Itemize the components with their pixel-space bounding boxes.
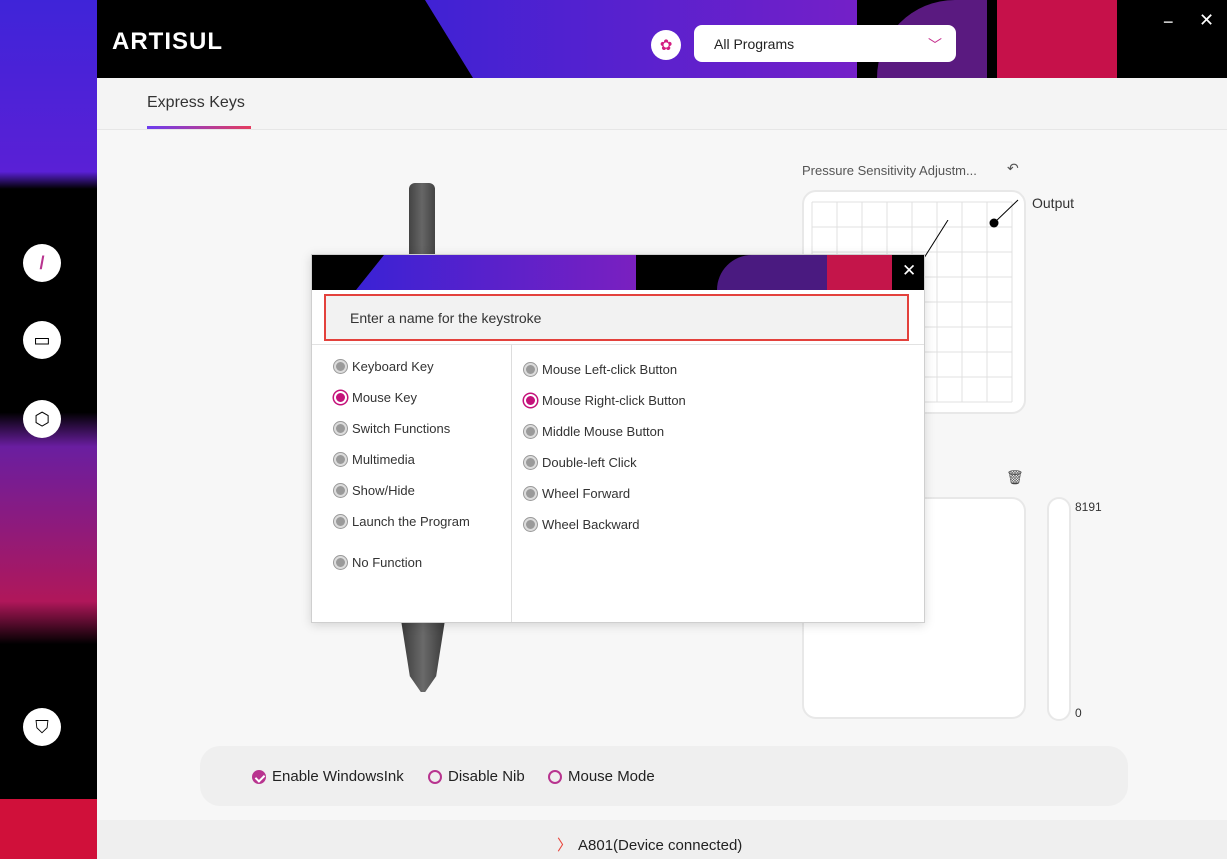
mouse-mode-option[interactable]: Mouse Mode [548, 768, 655, 785]
device-status[interactable]: 〉 A801(Device connected) [557, 834, 742, 855]
dialog-close-button[interactable]: ✕ [902, 261, 916, 281]
flower-icon[interactable]: ✿ [651, 30, 681, 60]
tab-bar: Express Keys [97, 78, 1227, 130]
radio-icon [524, 363, 537, 376]
close-window-button[interactable]: ✕ [1199, 10, 1214, 31]
program-select[interactable]: All Programs ﹀ [694, 25, 956, 62]
program-select-value: All Programs [714, 35, 795, 52]
category-keyboard-key[interactable]: Keyboard Key [334, 359, 434, 374]
tab-express-keys[interactable]: Express Keys [147, 94, 245, 112]
disable-nib-option[interactable]: Disable Nib [428, 768, 525, 785]
double-left-click[interactable]: Double-left Click [524, 455, 637, 470]
enable-windowsink-label: Enable WindowsInk [272, 768, 404, 785]
reset-icon[interactable]: ↶ [1007, 160, 1019, 177]
dialog-header [312, 255, 924, 290]
device-status-text: A801(Device connected) [578, 837, 743, 854]
radio-icon [428, 769, 442, 784]
mouse-right-click[interactable]: Mouse Right-click Button [524, 393, 686, 408]
category-no-function[interactable]: No Function [334, 555, 422, 570]
dialog-header-magenta [717, 255, 827, 290]
category-show-hide[interactable]: Show/Hide [334, 483, 415, 498]
category-multimedia[interactable]: Multimedia [334, 452, 415, 467]
function-category-list: Keyboard Key Mouse Key Switch Functions … [312, 344, 512, 622]
mouse-left-click[interactable]: Mouse Left-click Button [524, 362, 677, 377]
disable-nib-label: Disable Nib [448, 768, 525, 785]
sidebar-pen-button[interactable]: / [23, 244, 61, 282]
radio-icon [548, 769, 562, 784]
minimize-button[interactable]: − [1163, 12, 1174, 33]
radio-icon [334, 453, 347, 466]
tab-active-indicator [147, 126, 251, 129]
display-icon: ▭ [33, 329, 51, 350]
sidebar-display-button[interactable]: ▭ [23, 321, 61, 359]
mouse-option-list: Mouse Left-click Button Mouse Right-clic… [512, 344, 924, 622]
app-logo: ARTISUL [112, 28, 223, 55]
trash-icon[interactable]: 🗑 [1006, 469, 1024, 486]
radio-icon [334, 515, 347, 528]
radio-selected-icon [334, 391, 347, 404]
left-bottom-band [0, 799, 97, 859]
radio-selected-icon [524, 394, 537, 407]
pressure-title: Pressure Sensitivity Adjustm... [802, 163, 977, 178]
radio-icon [334, 360, 347, 373]
slider-min-label: 0 [1075, 706, 1082, 720]
keystroke-dialog: ✕ Enter a name for the keystroke Keyboar… [311, 254, 925, 623]
slider-max-label: 8191 [1075, 500, 1102, 514]
category-launch-program[interactable]: Launch the Program [334, 514, 470, 529]
sidebar-hexagon-button[interactable]: ⬡ [23, 400, 61, 438]
category-switch-functions[interactable]: Switch Functions [334, 421, 450, 436]
radio-icon [334, 484, 347, 497]
check-icon [252, 769, 266, 784]
pen-icon: / [39, 252, 45, 273]
chevron-down-icon: ﹀ [928, 37, 942, 53]
pen-image-top [409, 183, 435, 263]
radio-icon [334, 556, 347, 569]
radio-icon [524, 456, 537, 469]
weight-icon: ⛉ [35, 716, 49, 737]
pressure-slider[interactable] [1047, 497, 1071, 721]
wheel-backward[interactable]: Wheel Backward [524, 517, 640, 532]
category-mouse-key[interactable]: Mouse Key [334, 390, 417, 405]
radio-icon [524, 487, 537, 500]
header-red [997, 0, 1117, 78]
radio-icon [524, 518, 537, 531]
middle-mouse-button[interactable]: Middle Mouse Button [524, 424, 664, 439]
keystroke-name-input[interactable]: Enter a name for the keystroke [324, 294, 909, 341]
radio-icon [334, 422, 347, 435]
dialog-header-purple [356, 255, 636, 290]
enable-windowsink-option[interactable]: Enable WindowsInk [252, 768, 404, 785]
radio-icon [524, 425, 537, 438]
wheel-forward[interactable]: Wheel Forward [524, 486, 630, 501]
hexagon-icon: ⬡ [34, 408, 50, 429]
sidebar-weight-button[interactable]: ⛉ [23, 708, 61, 746]
output-label: Output [1032, 195, 1075, 211]
mouse-mode-label: Mouse Mode [568, 768, 655, 785]
dialog-header-red [827, 255, 892, 290]
chevron-right-icon: 〉 [557, 837, 573, 854]
